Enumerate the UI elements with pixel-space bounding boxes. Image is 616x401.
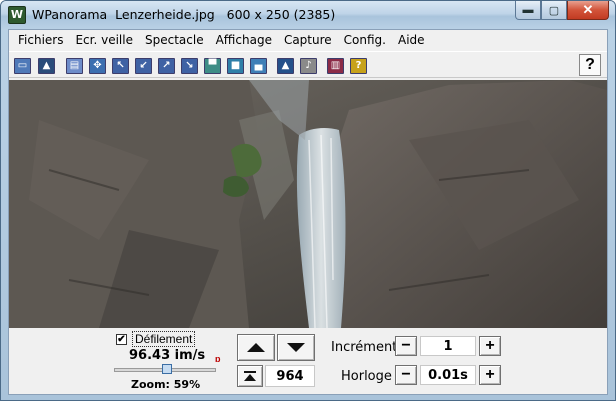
align-center-icon: ▲ [277, 57, 294, 74]
toolbar-button-move[interactable]: ✥ [87, 55, 108, 76]
toolbar-button-sound[interactable]: ♪ [298, 55, 319, 76]
toolbar-button-image[interactable]: ▲ [36, 55, 57, 76]
scroll-checkbox[interactable]: ✔ [116, 334, 127, 345]
scroll-up-button[interactable] [237, 334, 275, 361]
increment-plus-button[interactable]: + [479, 336, 501, 356]
toolbar-button-up-right[interactable]: ↗ [156, 55, 177, 76]
minimize-button[interactable]: ▬ [515, 1, 541, 20]
toolbar-button-pano-top[interactable]: ▀ [202, 55, 223, 76]
speed-readout: 96.43 im/s [129, 348, 206, 363]
panorama-image [9, 80, 607, 328]
control-panel: ✔ Défilement 96.43 im/s ɒ Zoom: 59% 964 … [9, 328, 607, 394]
move-icon: ✥ [89, 57, 106, 74]
clock-field[interactable]: 0.01s [420, 365, 476, 385]
dvd-icon[interactable]: ɒ [215, 354, 221, 364]
toolbar-button-down-right[interactable]: ↘ [179, 55, 200, 76]
menu-fichiers[interactable]: Fichiers [12, 31, 69, 49]
open-file-icon: ▭ [14, 57, 31, 74]
menu-spectacle[interactable]: Spectacle [139, 31, 210, 49]
scroll-label[interactable]: Défilement [132, 331, 196, 347]
document-icon: ▤ [66, 57, 83, 74]
triangle-down-icon [287, 343, 305, 352]
app-window: W WPanorama Lenzerheide.jpg 600 x 250 (2… [0, 0, 616, 401]
toolbar-button-open[interactable]: ▭ [12, 55, 33, 76]
menu-bar: Fichiers Ecr. veille Spectacle Affichage… [9, 30, 607, 50]
minus-icon: − [401, 366, 411, 383]
arrow-up-left-icon: ↖ [112, 57, 129, 74]
arrow-up-right-icon: ↗ [158, 57, 175, 74]
jump-top-icon [244, 371, 256, 381]
panorama-middle-icon: ■ [227, 57, 244, 74]
window-title: WPanorama Lenzerheide.jpg 600 x 250 (238… [32, 7, 336, 22]
toolbar-button-pano-bottom[interactable]: ▄ [248, 55, 269, 76]
panorama-top-icon: ▀ [204, 57, 221, 74]
arrow-down-right-icon: ↘ [181, 57, 198, 74]
position-field[interactable]: 964 [265, 365, 315, 387]
image-icon: ▲ [38, 57, 55, 74]
sound-icon: ♪ [300, 57, 317, 74]
clock-minus-button[interactable]: − [395, 365, 417, 385]
caption-buttons: ▬ ▢ ✕ [515, 1, 609, 20]
panorama-viewport[interactable] [9, 80, 607, 328]
book-icon: ▥ [327, 57, 344, 74]
menu-aide[interactable]: Aide [392, 31, 431, 49]
scroll-top-button[interactable] [237, 365, 263, 387]
increment-label: Incrément [331, 340, 398, 355]
toolbar: ▭ ▲ ▤ ✥ ↖ ↙ ↗ ↘ ▀ ■ ▄ ▲ ♪ ▥ ? ? [9, 51, 607, 78]
menu-config[interactable]: Config. [338, 31, 392, 49]
menu-ecr-veille[interactable]: Ecr. veille [69, 31, 139, 49]
minus-icon: − [401, 337, 411, 354]
toolbar-button-down-left[interactable]: ↙ [133, 55, 154, 76]
zoom-label: Zoom: 59% [131, 378, 201, 391]
increment-field[interactable]: 1 [420, 336, 476, 356]
title-bar[interactable]: W WPanorama Lenzerheide.jpg 600 x 250 (2… [1, 1, 615, 29]
clock-label: Horloge [341, 369, 392, 384]
client-area: Fichiers Ecr. veille Spectacle Affichage… [8, 29, 608, 395]
maximize-button[interactable]: ▢ [541, 1, 567, 20]
scroll-down-button[interactable] [277, 334, 315, 361]
panorama-bottom-icon: ▄ [250, 57, 267, 74]
triangle-up-icon [247, 343, 265, 352]
arrow-down-left-icon: ↙ [135, 57, 152, 74]
toolbar-button-book[interactable]: ▥ [325, 55, 346, 76]
menu-affichage[interactable]: Affichage [210, 31, 278, 49]
increment-minus-button[interactable]: − [395, 336, 417, 356]
zoom-slider-thumb[interactable] [161, 364, 172, 374]
toolbar-button-align[interactable]: ▲ [275, 55, 296, 76]
help-document-icon: ? [350, 57, 367, 74]
menu-capture[interactable]: Capture [278, 31, 338, 49]
clock-plus-button[interactable]: + [479, 365, 501, 385]
toolbar-button-document[interactable]: ▤ [64, 55, 85, 76]
toolbar-button-help-doc[interactable]: ? [348, 55, 369, 76]
app-logo-icon[interactable]: W [8, 6, 26, 24]
plus-icon: + [485, 337, 495, 354]
toolbar-button-pano-middle[interactable]: ■ [225, 55, 246, 76]
toolbar-button-up-left[interactable]: ↖ [110, 55, 131, 76]
close-button[interactable]: ✕ [567, 1, 609, 20]
help-button[interactable]: ? [579, 54, 601, 76]
plus-icon: + [485, 366, 495, 383]
